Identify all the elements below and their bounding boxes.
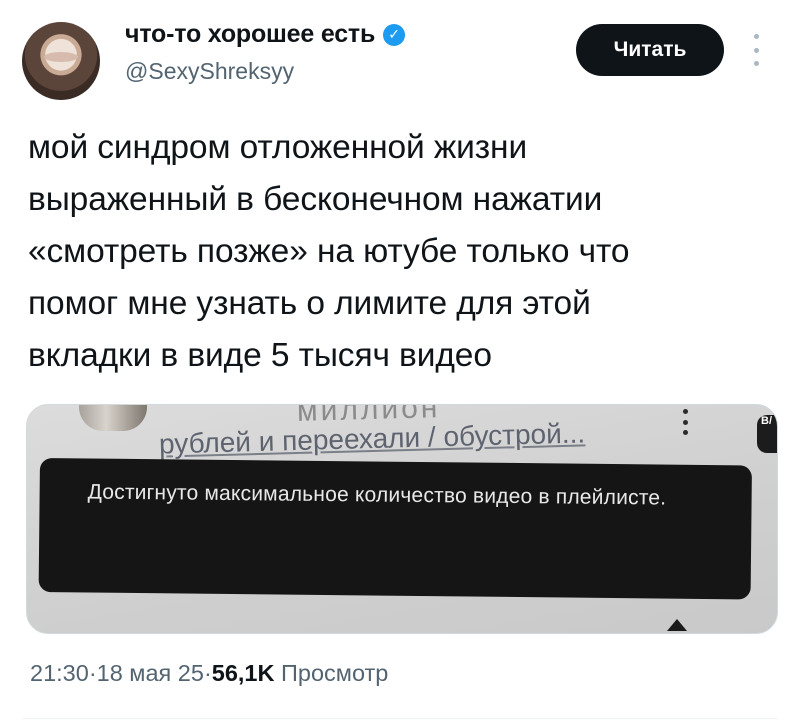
views-count: 56,1K <box>211 660 275 686</box>
more-dot <box>753 61 759 66</box>
video-subtitle: рублей и переехали / обустрой... <box>158 417 586 460</box>
author-handle[interactable]: @SexyShreksyy <box>125 58 294 85</box>
divider <box>22 718 778 719</box>
author-display-name[interactable]: что-то хорошее есть <box>125 20 375 49</box>
tweet-text: мой синдром отложенной жизни выраженный … <box>28 129 630 374</box>
video-menu-dot <box>683 419 688 425</box>
video-menu-icon <box>683 409 693 435</box>
meta-separator: · <box>203 660 212 686</box>
read-button[interactable]: Читать <box>576 24 724 76</box>
meta-separator: · <box>88 660 97 686</box>
views-label: Просмотр <box>281 660 389 686</box>
playlist-limit-toast: Достигнуто максимальное количество видео… <box>38 458 752 600</box>
tweet-date[interactable]: 18 мая 25 <box>97 660 204 687</box>
video-menu-dot <box>683 430 688 435</box>
cursor-tick-icon <box>667 619 687 631</box>
more-dot <box>753 47 759 53</box>
video-thumbnail <box>79 405 147 431</box>
corner-badge: B/ <box>757 415 777 453</box>
tweet-meta: 21:30 · 18 мая 25 · 56,1K Просмотр <box>30 660 388 687</box>
tweet-header: что-то хорошее есть ✓ @SexyShreksyy Чита… <box>0 0 800 110</box>
video-menu-dot <box>683 409 688 414</box>
avatar[interactable] <box>22 22 100 100</box>
more-vertical-icon[interactable] <box>748 34 764 66</box>
verified-badge-icon: ✓ <box>383 23 406 46</box>
author-name-row[interactable]: что-то хорошее есть ✓ <box>125 20 406 49</box>
more-dot <box>753 34 759 39</box>
tweet-time[interactable]: 21:30 <box>30 660 89 687</box>
toast-message: Достигнуто максимальное количество видео… <box>87 480 667 510</box>
